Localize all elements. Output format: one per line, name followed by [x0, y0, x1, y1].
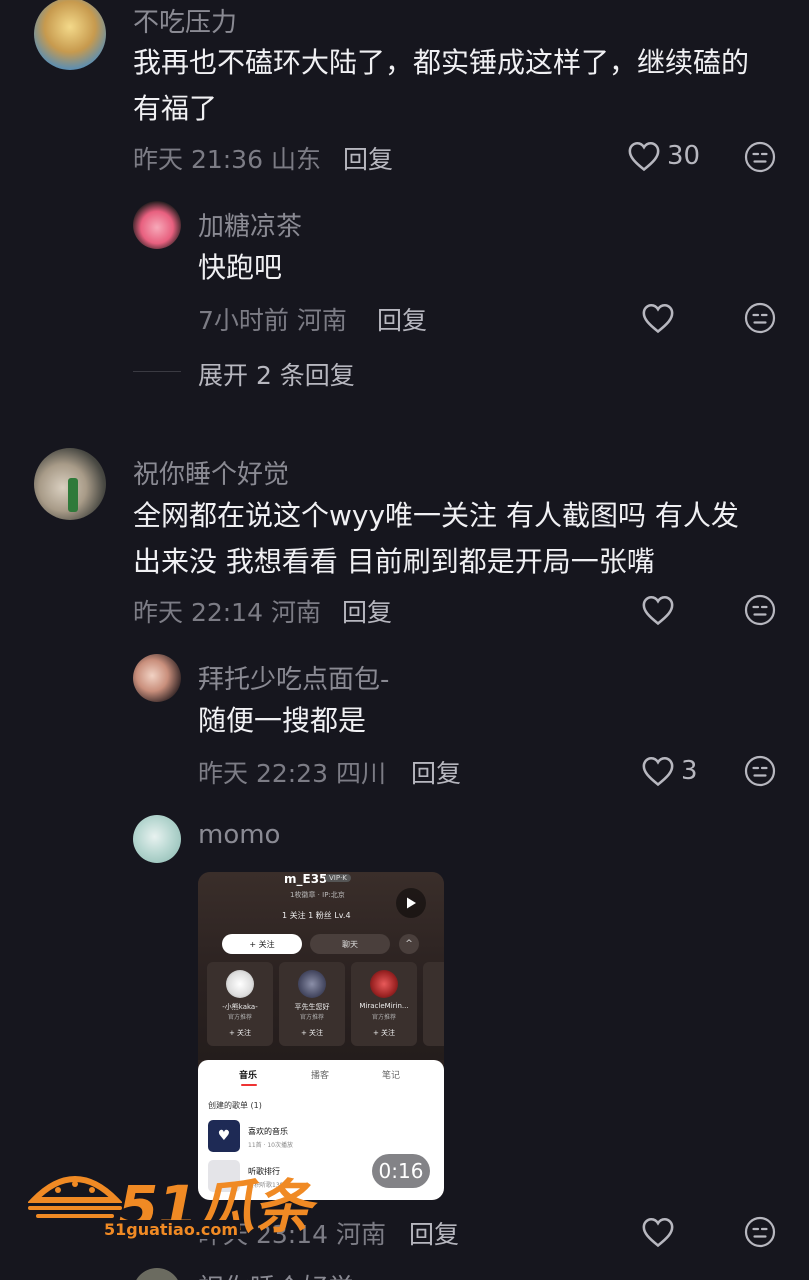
attachment-follow-button: + 关注 — [222, 934, 302, 954]
recommend-name: -小熊kaka- — [222, 1003, 258, 1011]
comment-author[interactable]: 不吃压力 — [133, 2, 237, 39]
like-button[interactable]: 30 — [627, 140, 700, 172]
reply-button[interactable]: 回复 — [377, 301, 427, 337]
user-avatar[interactable] — [133, 201, 181, 249]
reply-button[interactable]: 回复 — [343, 140, 393, 176]
recommend-avatar — [298, 970, 326, 998]
expand-replies-button[interactable]: 展开 2 条回复 — [198, 356, 355, 392]
like-button[interactable]: 3 — [641, 755, 698, 787]
recommend-follow: + 关注 — [372, 1029, 396, 1037]
tab-notes: 笔记 — [382, 1071, 401, 1081]
attachment-section-title: 创建的歌单 (1) — [208, 1101, 262, 1110]
reply-text: 快跑吧 — [198, 251, 283, 284]
recommend-follow: + 关注 — [300, 1029, 324, 1037]
reply-button[interactable]: 回复 — [411, 754, 461, 790]
meh-face-icon — [744, 1216, 776, 1248]
attachment-chat-button: 聊天 — [310, 934, 390, 954]
playlist-sub: 11首 · 10次播放 — [248, 1142, 293, 1149]
user-avatar[interactable] — [133, 1268, 181, 1280]
heart-icon — [642, 756, 674, 787]
comment-text-line: 出来没 我想看看 目前刷到都是开局一张嘴 — [133, 545, 655, 578]
user-avatar[interactable] — [34, 448, 106, 520]
attachment-profile-name: m_E35 — [284, 872, 328, 886]
comment-time: 昨天 22:14 — [133, 598, 263, 627]
like-button[interactable] — [641, 1216, 675, 1248]
tab-music: 音乐 — [239, 1071, 258, 1081]
reply-meta: 昨天 22:23 四川 — [198, 754, 386, 790]
recommend-sub: 官方推荐 — [299, 1014, 324, 1021]
like-count: 3 — [681, 756, 698, 786]
chevron-up-icon: ^ — [399, 934, 419, 954]
attachment-image[interactable]: m_E35 VIP·K 1枚徽章 · IP:北京 1 关注 1 粉丝 Lv.4 … — [198, 872, 444, 1200]
reply-button[interactable]: 回复 — [342, 593, 392, 629]
recommend-name: MiracleMirin... — [359, 1002, 409, 1010]
watermark-url: 51guatiao.com — [102, 1220, 241, 1239]
reply-meta: 7小时前 河南 — [198, 301, 347, 337]
playlist-title: 喜欢的音乐 — [248, 1127, 288, 1136]
recommend-name: 平先生您好 — [294, 1003, 330, 1011]
reply-button[interactable]: 回复 — [409, 1215, 459, 1251]
attachment-recommend-card — [423, 962, 444, 1046]
comment-author[interactable]: 祝你睡个好觉 — [133, 454, 289, 491]
meh-face-icon — [744, 594, 776, 626]
reply-location: 河南 — [296, 306, 347, 335]
attachment-recommend-card: 平先生您好 官方推荐 + 关注 — [279, 962, 345, 1046]
heart-icon — [642, 595, 674, 626]
comment-meta: 昨天 21:36 山东 — [133, 140, 321, 176]
dislike-button[interactable] — [744, 1216, 776, 1252]
recommend-sub: 官方推荐 — [371, 1014, 396, 1021]
comment-location: 河南 — [270, 598, 321, 627]
attachment-vip-badge: VIP·K — [325, 874, 351, 882]
reply-author[interactable]: 拜托少吃点面包- — [198, 659, 389, 696]
comment-text-line: 全网都在说这个wyy唯一关注 有人截图吗 有人发 — [133, 499, 739, 532]
expand-divider — [133, 371, 181, 372]
recommend-follow: + 关注 — [228, 1029, 252, 1037]
attachment-profile-sub: 1枚徽章 · IP:北京 — [290, 891, 345, 899]
reply-location: 河南 — [335, 1220, 386, 1249]
like-button[interactable] — [641, 594, 675, 626]
play-icon — [407, 897, 416, 909]
play-button[interactable] — [396, 888, 426, 918]
attachment-profile-header: m_E35 VIP·K 1枚徽章 · IP:北京 1 关注 1 粉丝 Lv.4 … — [198, 872, 444, 1060]
heart-icon: ♥ — [208, 1120, 240, 1152]
comment-author[interactable]: 祝你睡个好觉 — [198, 1268, 354, 1280]
reply-author[interactable]: 加糖凉茶 — [198, 206, 302, 243]
tab-underline — [241, 1084, 257, 1086]
dislike-button[interactable] — [744, 594, 776, 630]
like-button[interactable] — [641, 302, 675, 334]
user-avatar[interactable] — [34, 0, 106, 70]
heart-icon — [628, 141, 660, 172]
reply-location: 四川 — [335, 759, 386, 788]
video-duration: 0:16 — [372, 1154, 430, 1188]
meh-face-icon — [744, 302, 776, 334]
dislike-button[interactable] — [744, 302, 776, 338]
reply-text: 随便一搜都是 — [198, 704, 367, 737]
heart-icon — [642, 1217, 674, 1248]
dislike-button[interactable] — [744, 755, 776, 791]
attachment-recommend-card: -小熊kaka- 官方推荐 + 关注 — [207, 962, 273, 1046]
recommend-avatar — [226, 970, 254, 998]
reply-time: 昨天 22:23 — [198, 759, 328, 788]
meh-face-icon — [744, 755, 776, 787]
dislike-button[interactable] — [744, 141, 776, 177]
reply-time: 7小时前 — [198, 306, 289, 335]
attachment-recommend-card: MiracleMirin... 官方推荐 + 关注 — [351, 962, 417, 1046]
comment-text-line: 有福了 — [133, 92, 218, 125]
heart-icon — [642, 303, 674, 334]
tab-podcast: 播客 — [311, 1071, 330, 1081]
recommend-avatar — [370, 970, 398, 998]
recommend-sub: 官方推荐 — [227, 1014, 252, 1021]
comment-text-line: 我再也不磕环大陆了，都实锤成这样了，继续磕的 — [133, 46, 750, 79]
meh-face-icon — [744, 141, 776, 173]
comment-location: 山东 — [270, 145, 321, 174]
reply-author[interactable]: momo — [198, 820, 280, 850]
attachment-profile-stats: 1 关注 1 粉丝 Lv.4 — [282, 911, 351, 920]
user-avatar[interactable] — [133, 815, 181, 863]
comment-time: 昨天 21:36 — [133, 145, 263, 174]
user-avatar[interactable] — [133, 654, 181, 702]
like-count: 30 — [667, 141, 701, 171]
comment-meta: 昨天 22:14 河南 — [133, 593, 321, 629]
